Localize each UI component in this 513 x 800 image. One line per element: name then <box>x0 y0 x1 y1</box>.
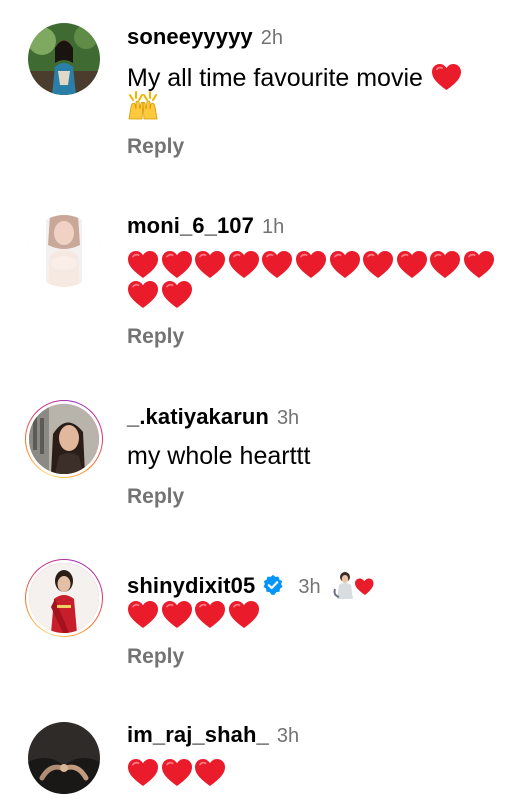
red-heart-emoji <box>431 63 462 91</box>
username[interactable]: _.katiyakarun <box>127 404 269 430</box>
red-heart-emoji <box>429 250 462 280</box>
red-heart-emoji <box>127 758 160 788</box>
username[interactable]: moni_6_107 <box>127 213 254 239</box>
reply-button[interactable]: Reply <box>127 325 184 349</box>
timestamp: 3h <box>276 407 300 429</box>
red-heart-emoji <box>127 600 160 630</box>
comment-text-block: My all time favourite movie <box>127 58 507 123</box>
avatar-image <box>28 215 100 287</box>
red-heart-emoji <box>161 758 194 788</box>
timestamp: 3h <box>298 576 321 598</box>
timestamp: 3h <box>276 725 300 747</box>
avatar[interactable] <box>25 559 103 637</box>
red-heart-emoji <box>396 250 429 280</box>
timestamp: 1h <box>261 216 285 238</box>
raising-hands-emoji <box>127 91 507 123</box>
emoji-row <box>127 600 507 630</box>
red-heart-emoji <box>194 600 227 630</box>
red-heart-emoji <box>194 758 227 788</box>
red-heart-emoji <box>127 280 160 310</box>
verified-badge-icon <box>263 574 283 595</box>
red-heart-emoji <box>463 250 496 280</box>
red-heart-emoji <box>329 250 362 280</box>
username[interactable]: im_raj_shah_ <box>127 722 269 748</box>
reply-button[interactable]: Reply <box>127 485 184 509</box>
red-heart-emoji <box>161 600 194 630</box>
comment-text: my whole hearttt <box>127 442 311 470</box>
avatar-image <box>28 23 100 95</box>
red-heart-emoji <box>127 250 160 280</box>
red-heart-emoji <box>161 280 194 310</box>
red-heart-emoji <box>194 250 227 280</box>
red-heart-emoji <box>295 250 328 280</box>
red-heart-emoji <box>228 250 261 280</box>
avatar-image <box>28 722 100 794</box>
red-heart-emoji <box>161 250 194 280</box>
reply-button[interactable]: Reply <box>127 135 184 159</box>
avatar[interactable] <box>25 20 103 98</box>
avatar-image <box>29 563 99 633</box>
username[interactable]: shinydixit05 <box>127 573 255 599</box>
avatar[interactable] <box>25 719 103 797</box>
avatar[interactable] <box>25 212 103 290</box>
avatar[interactable] <box>25 400 103 478</box>
timestamp: 2h <box>260 27 284 49</box>
comment-text: My all time favourite movie <box>127 64 423 92</box>
emoji-row <box>127 250 507 310</box>
avatar-image <box>29 404 99 474</box>
reply-button[interactable]: Reply <box>127 645 184 669</box>
emoji-row <box>127 758 507 788</box>
sticker-icon <box>331 569 377 599</box>
red-heart-emoji <box>261 250 294 280</box>
red-heart-emoji <box>362 250 395 280</box>
username[interactable]: soneeyyyyy <box>127 24 253 50</box>
red-heart-emoji <box>228 600 261 630</box>
